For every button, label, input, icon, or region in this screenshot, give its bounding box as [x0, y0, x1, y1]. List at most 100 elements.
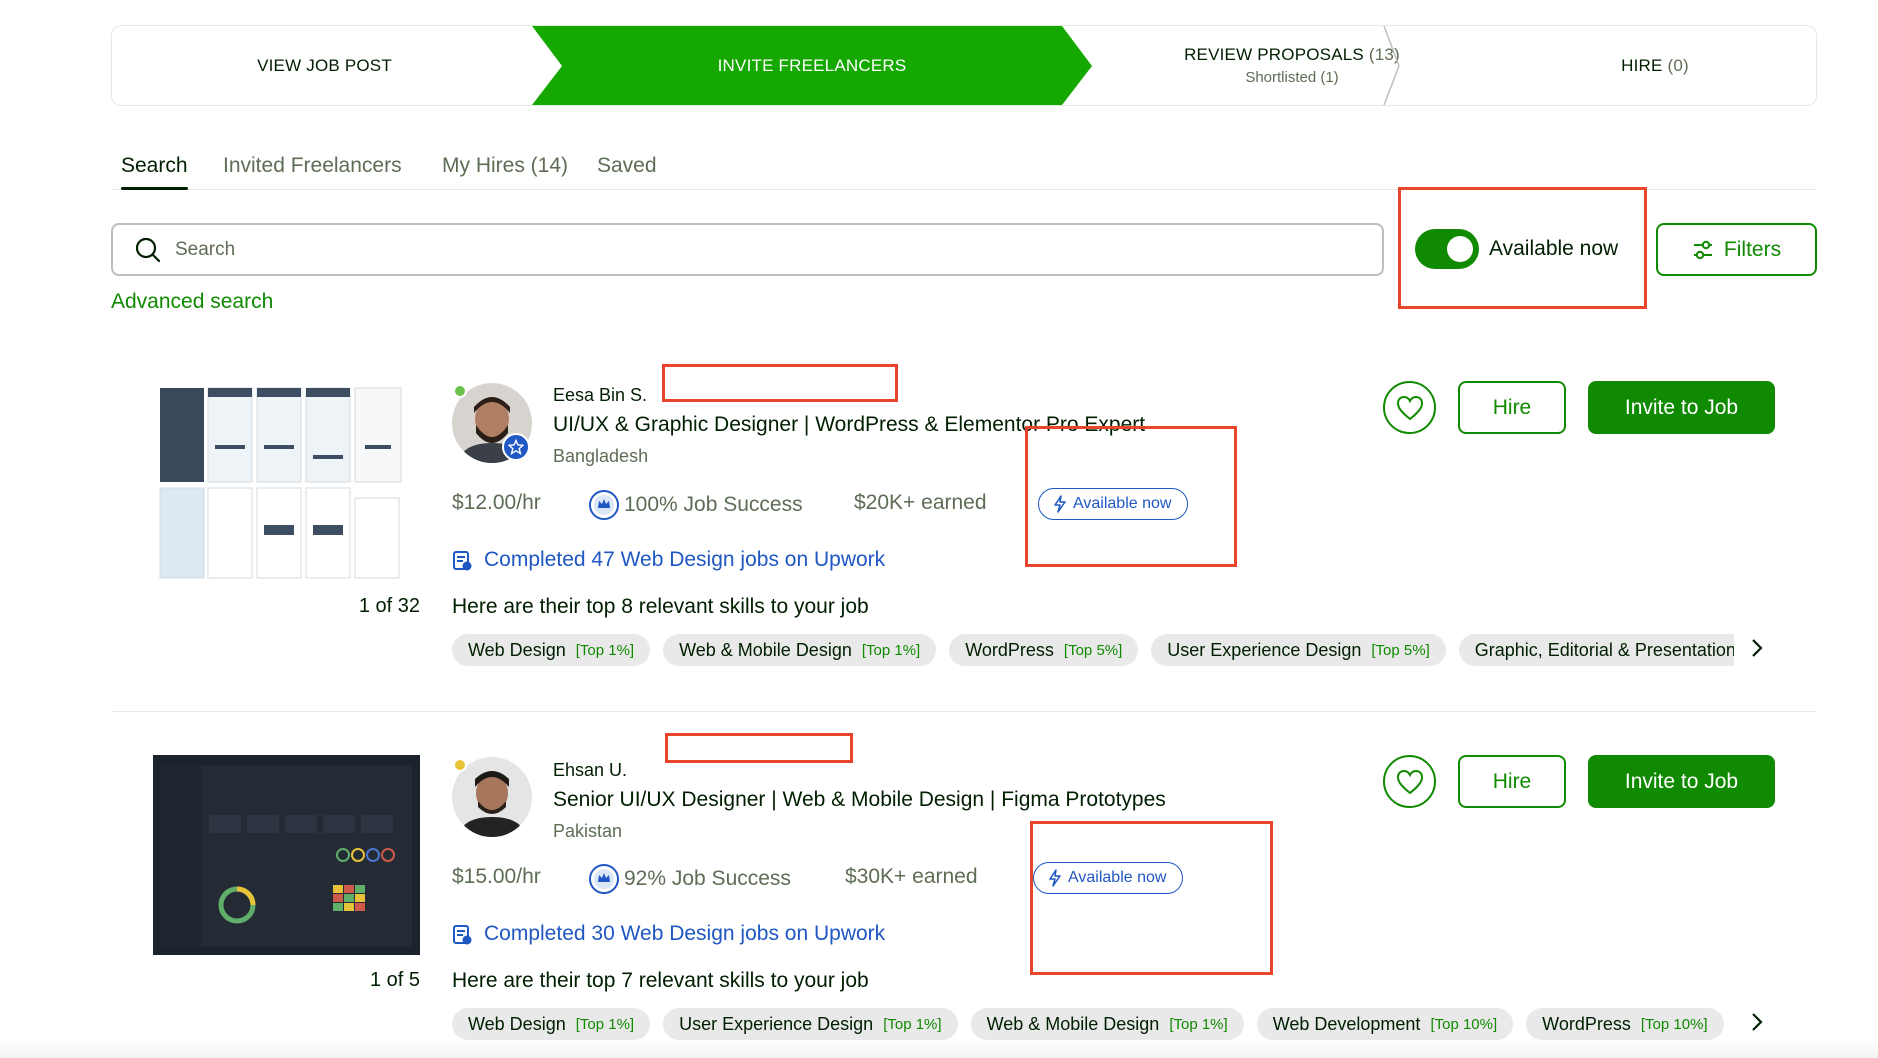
hire-button[interactable]: Hire	[1458, 381, 1566, 434]
freelancer-country: Pakistan	[553, 821, 623, 841]
step-invite-freelancers[interactable]: INVITE FREELANCERS	[532, 26, 1092, 105]
step-hire-label: HIRE	[1621, 55, 1663, 75]
top-rated-badge-icon	[502, 433, 530, 461]
skill-rank: [Top 5%]	[1063, 641, 1123, 659]
skill-rank: [Top 1%]	[883, 1015, 942, 1033]
skill-name: Web Development	[1272, 1013, 1421, 1034]
heart-icon	[1396, 395, 1423, 420]
skill-name: Web & Mobile Design	[679, 639, 852, 660]
job-success-icon	[589, 490, 619, 520]
annotation-box	[1030, 821, 1273, 975]
total-earned: $20K+ earned	[854, 491, 987, 514]
skills-heading: Here are their top 8 relevant skills to …	[452, 595, 869, 618]
skill-rank: [Top 10%]	[1430, 1015, 1498, 1033]
job-success-label: 100% Job Success	[624, 493, 803, 516]
hourly-rate: $15.00/hr	[452, 865, 541, 888]
skill-name: WordPress	[1542, 1013, 1631, 1034]
tab-invited-freelancers[interactable]: Invited Freelancers	[223, 154, 402, 178]
step-review-proposals[interactable]: REVIEW PROPOSALS (13) Shortlisted (1)	[1092, 26, 1492, 105]
invite-to-job-button[interactable]: Invite to Job	[1588, 755, 1775, 808]
invite-to-job-button[interactable]: Invite to Job	[1588, 381, 1775, 434]
annotation-box	[1025, 426, 1237, 567]
step-separator-icon	[1383, 26, 1400, 105]
advanced-search-link[interactable]: Advanced search	[111, 290, 273, 314]
freelancer-name[interactable]: Ehsan U.	[553, 760, 627, 781]
skill-rank: [Top 1%]	[575, 1015, 635, 1033]
tab-saved[interactable]: Saved	[597, 154, 657, 178]
completed-jobs-link[interactable]: Completed 47 Web Design jobs on Upwork	[452, 548, 885, 572]
annotation-box	[1398, 187, 1647, 309]
skill-chip[interactable]: Web Design [Top 1%]	[452, 1008, 651, 1040]
freelancer-title[interactable]: Senior UI/UX Designer | Web & Mobile Des…	[553, 788, 1166, 812]
skill-name: User Experience Design	[1167, 639, 1362, 660]
job-success: 100% Job Success	[588, 489, 803, 521]
step-view-job-post-label: VIEW JOB POST	[257, 55, 392, 75]
step-shortlisted-label: Shortlisted (1)	[1245, 69, 1339, 86]
skill-chip[interactable]: User Experience Design [Top 1%]	[663, 1008, 958, 1040]
skill-chip[interactable]: Graphic, Editorial & Presentation Design	[1458, 634, 1734, 666]
job-success-icon	[589, 864, 619, 894]
total-earned: $30K+ earned	[845, 865, 978, 888]
portfolio-thumbnail[interactable]	[158, 385, 404, 581]
step-hire[interactable]: HIRE (0)	[1492, 26, 1816, 105]
skill-chip[interactable]: User Experience Design [Top 5%]	[1151, 634, 1446, 666]
search-input[interactable]	[175, 238, 1275, 261]
freelancer-country: Bangladesh	[553, 446, 649, 466]
completed-jobs-icon	[453, 551, 472, 571]
save-heart-button[interactable]	[1383, 755, 1436, 808]
hourly-rate: $12.00/hr	[452, 491, 541, 514]
skill-name: Web & Mobile Design	[986, 1013, 1160, 1034]
step-review-proposals-label: REVIEW PROPOSALS	[1184, 45, 1364, 64]
chevron-right-icon[interactable]	[1750, 1010, 1764, 1040]
tab-my-hires[interactable]: My Hires (14)	[442, 154, 568, 178]
job-success-label: 92% Job Success	[624, 867, 791, 890]
skill-rank: [Top 1%]	[575, 641, 635, 659]
bottom-fade	[0, 1040, 1878, 1058]
portfolio-pager: 1 of 32	[358, 595, 420, 617]
skill-chip[interactable]: Web & Mobile Design [Top 1%]	[663, 634, 937, 666]
freelancer-tabs: Search Invited Freelancers My Hires (14)…	[111, 150, 1817, 190]
skill-chip[interactable]: Web & Mobile Design [Top 1%]	[970, 1008, 1244, 1040]
hiring-stepper: VIEW JOB POST INVITE FREELANCERS REVIEW …	[111, 25, 1817, 106]
card-divider	[111, 711, 1817, 712]
heart-icon	[1396, 769, 1423, 794]
tab-search[interactable]: Search	[121, 154, 188, 190]
skills-heading: Here are their top 7 relevant skills to …	[452, 969, 869, 992]
skill-chip[interactable]: Web Design [Top 1%]	[452, 634, 651, 666]
away-status-dot	[453, 758, 467, 772]
filters-button[interactable]: Filters	[1656, 223, 1817, 276]
skill-chip[interactable]: WordPress [Top 10%]	[1526, 1008, 1724, 1040]
annotation-box	[665, 733, 853, 763]
skills-list: Web Design [Top 1%] User Experience Desig…	[452, 1008, 1734, 1040]
step-view-job-post[interactable]: VIEW JOB POST	[112, 26, 537, 105]
hire-button[interactable]: Hire	[1458, 755, 1566, 808]
skill-name: Graphic, Editorial & Presentation Design	[1474, 639, 1734, 660]
skill-chip[interactable]: Web Development [Top 10%]	[1256, 1008, 1514, 1040]
skill-rank: [Top 10%]	[1640, 1015, 1708, 1033]
skill-chip[interactable]: WordPress [Top 5%]	[949, 634, 1139, 666]
skill-name: User Experience Design	[679, 1013, 874, 1034]
annotation-box	[662, 364, 898, 402]
step-invite-freelancers-label: INVITE FREELANCERS	[717, 55, 907, 75]
portfolio-thumbnail[interactable]	[153, 755, 420, 955]
chevron-right-icon[interactable]	[1750, 636, 1764, 666]
completed-jobs-label: Completed 30 Web Design jobs on Upwork	[484, 922, 886, 945]
search-icon	[135, 237, 161, 262]
completed-jobs-link[interactable]: Completed 30 Web Design jobs on Upwork	[452, 922, 885, 946]
portfolio-pager: 1 of 5	[369, 969, 420, 991]
skill-rank: [Top 1%]	[1169, 1015, 1228, 1033]
skill-name: Web Design	[468, 1013, 566, 1034]
skill-rank: [Top 1%]	[861, 641, 921, 659]
filters-icon	[1693, 240, 1712, 259]
job-success: 92% Job Success	[588, 863, 791, 895]
search-box[interactable]	[111, 223, 1384, 276]
freelancer-name[interactable]: Eesa Bin S.	[553, 385, 647, 406]
completed-jobs-label: Completed 47 Web Design jobs on Upwork	[484, 548, 886, 571]
completed-jobs-icon	[453, 925, 472, 945]
skill-name: Web Design	[468, 639, 566, 660]
skill-rank: [Top 5%]	[1371, 641, 1430, 659]
save-heart-button[interactable]	[1383, 381, 1436, 434]
skills-list: Web Design [Top 1%] Web & Mobile Design [T…	[452, 634, 1734, 666]
skill-name: WordPress	[965, 639, 1054, 660]
filters-label: Filters	[1723, 237, 1782, 261]
